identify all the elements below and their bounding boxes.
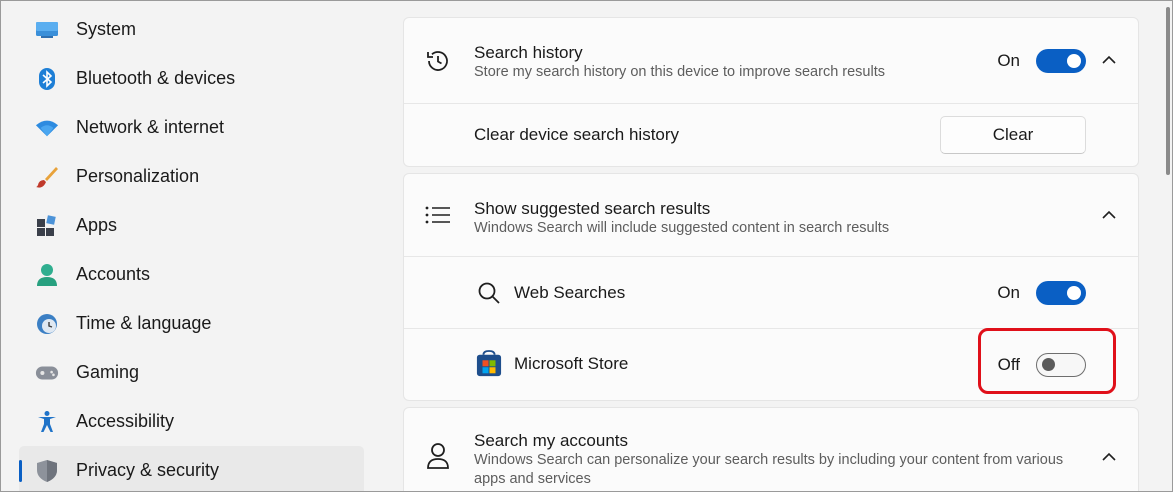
sidebar-item-label: Apps <box>76 215 118 235</box>
search-history-toggle[interactable] <box>1036 49 1086 73</box>
chevron-up-icon[interactable] <box>1100 51 1118 69</box>
highlight-annotation <box>978 328 1116 394</box>
microsoft-store-label: Microsoft Store <box>514 354 629 373</box>
search-history-text: Search history Store my search history o… <box>474 42 885 82</box>
search-accounts-card: Search my accounts Windows Search can pe… <box>403 407 1139 491</box>
sidebar-item-apps[interactable]: Apps <box>19 201 364 250</box>
suggested-results-row[interactable]: Show suggested search results Windows Se… <box>404 174 1138 256</box>
sidebar-nav: System Bluetooth & devices Network & int… <box>19 5 364 491</box>
sidebar-item-label: Network & internet <box>76 117 225 137</box>
search-history-subtitle: Store my search history on this device t… <box>474 64 885 80</box>
clear-history-label: Clear device search history <box>474 125 680 144</box>
sidebar-item-time-language[interactable]: Time & language <box>19 299 364 348</box>
search-accounts-title: Search my accounts <box>474 431 629 450</box>
search-accounts-text: Search my accounts Windows Search can pe… <box>474 430 1063 489</box>
sidebar-item-system[interactable]: System <box>19 5 364 54</box>
search-icon <box>476 280 502 306</box>
sidebar-item-label: Bluetooth & devices <box>76 68 236 88</box>
clock-globe-icon <box>35 312 59 336</box>
suggested-results-text: Show suggested search results Windows Se… <box>474 198 889 238</box>
monitor-icon <box>35 18 59 42</box>
search-accounts-row[interactable]: Search my accounts Windows Search can pe… <box>404 408 1138 491</box>
sidebar-item-label: Privacy & security <box>76 460 220 480</box>
web-searches-toggle-label: On <box>997 283 1020 302</box>
chevron-up-icon[interactable] <box>1100 206 1118 224</box>
person-outline-icon <box>424 442 452 470</box>
search-history-row[interactable]: Search history Store my search history o… <box>404 18 1138 103</box>
apps-icon <box>35 214 59 238</box>
chevron-up-icon[interactable] <box>1100 448 1118 466</box>
brush-icon <box>35 165 59 189</box>
sidebar-item-network-internet[interactable]: Network & internet <box>19 103 364 152</box>
sidebar-item-label: Personalization <box>76 166 200 186</box>
accessibility-icon <box>35 410 59 434</box>
sidebar-item-label: Gaming <box>76 362 140 382</box>
suggested-results-title: Show suggested search results <box>474 199 711 218</box>
search-accounts-subtitle-line2: apps and services <box>474 471 591 487</box>
sidebar-item-privacy-security[interactable]: Privacy & security <box>19 446 364 491</box>
history-icon <box>424 47 452 75</box>
sidebar-item-label: Accessibility <box>76 411 175 431</box>
microsoft-store-icon <box>476 350 502 377</box>
settings-window: System Bluetooth & devices Network & int… <box>0 0 1173 492</box>
clear-history-row: Clear device search history Clear <box>404 103 1138 166</box>
sidebar-item-personalization[interactable]: Personalization <box>19 152 364 201</box>
gamepad-icon <box>35 361 59 385</box>
bluetooth-icon <box>35 67 59 91</box>
clear-button[interactable]: Clear <box>940 116 1086 154</box>
web-searches-row: Web Searches On <box>404 256 1138 328</box>
person-icon <box>35 263 59 287</box>
search-history-toggle-group: On <box>997 49 1086 73</box>
wifi-icon <box>35 116 59 140</box>
sidebar-item-bluetooth-devices[interactable]: Bluetooth & devices <box>19 54 364 103</box>
search-history-title: Search history <box>474 43 583 62</box>
search-history-toggle-label: On <box>997 51 1020 70</box>
web-searches-toggle[interactable] <box>1036 281 1086 305</box>
sidebar-item-label: Time & language <box>76 313 212 333</box>
web-searches-toggle-group: On <box>997 281 1086 305</box>
settings-content: Search history Store my search history o… <box>403 17 1139 491</box>
sidebar-item-accounts[interactable]: Accounts <box>19 250 364 299</box>
search-accounts-subtitle-line1: Windows Search can personalize your sear… <box>474 452 1064 468</box>
sidebar-item-label: Accounts <box>76 264 151 284</box>
sidebar-item-gaming[interactable]: Gaming <box>19 348 364 397</box>
suggested-results-subtitle: Windows Search will include suggested co… <box>474 220 890 236</box>
sidebar-item-label: System <box>76 19 137 39</box>
scrollbar[interactable] <box>1166 7 1170 175</box>
web-searches-label: Web Searches <box>514 283 626 302</box>
list-icon <box>424 201 452 229</box>
search-history-card: Search history Store my search history o… <box>403 17 1139 167</box>
sidebar-item-accessibility[interactable]: Accessibility <box>19 397 364 446</box>
shield-icon <box>35 459 59 483</box>
